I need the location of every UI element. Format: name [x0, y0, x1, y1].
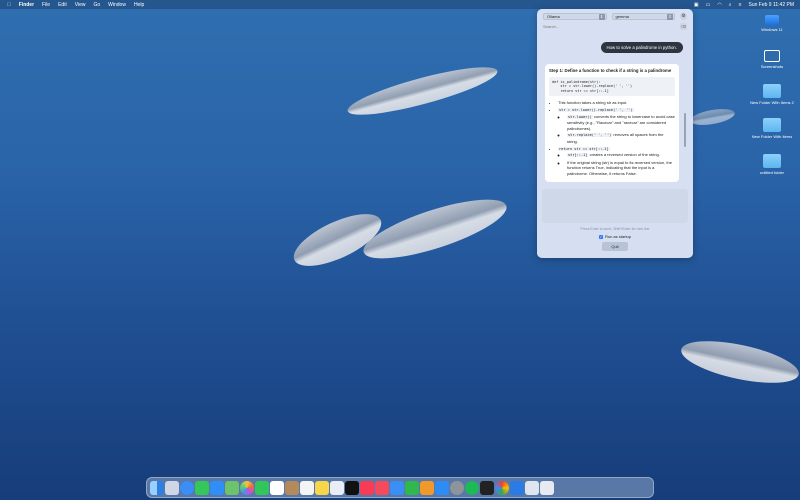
- mail-icon[interactable]: [210, 480, 224, 495]
- list-item: str = str.lower().replace(' ', '') str.l…: [558, 107, 675, 145]
- safari-icon[interactable]: [180, 480, 194, 495]
- wallpaper-dolphin: [677, 332, 800, 392]
- run-at-startup-toggle[interactable]: ✓ Run as startup: [537, 234, 693, 239]
- desktop-icon-new-folder[interactable]: New Folder With Items: [750, 118, 794, 139]
- calendar-icon[interactable]: [270, 480, 284, 495]
- numbers-icon[interactable]: [405, 480, 419, 495]
- answer-title: Step 1: Define a function to check if a …: [549, 68, 672, 73]
- keynote-icon[interactable]: [390, 480, 404, 495]
- menu-edit[interactable]: Edit: [58, 2, 67, 8]
- menu-app-name[interactable]: Finder: [19, 2, 34, 8]
- search-icon[interactable]: ⌕: [729, 2, 732, 8]
- music-icon[interactable]: [360, 480, 374, 495]
- menu-help[interactable]: Help: [134, 2, 144, 8]
- spotify-icon[interactable]: [465, 480, 479, 495]
- news-icon[interactable]: [375, 480, 389, 495]
- folder-icon: [763, 118, 781, 132]
- terminal-icon[interactable]: [480, 480, 494, 495]
- desktop-icon-label: New Folder With Items: [751, 134, 793, 139]
- chevron-updown-icon: ⇕: [598, 14, 605, 20]
- photos-icon[interactable]: [240, 480, 254, 495]
- gear-icon[interactable]: ⚙: [680, 13, 687, 20]
- xcode-icon[interactable]: [510, 480, 524, 495]
- menu-file[interactable]: File: [42, 2, 50, 8]
- launchpad-icon[interactable]: [165, 480, 179, 495]
- desktop-icon-new-folder-2[interactable]: New Folder With Items 2: [750, 84, 794, 105]
- list-item: return str == str[::-1] str[::-1] create…: [558, 146, 675, 177]
- wallpaper-dolphin: [689, 106, 736, 128]
- messages-icon[interactable]: [195, 480, 209, 495]
- menu-go[interactable]: Go: [93, 2, 100, 8]
- search-clear-icon[interactable]: ⌫: [680, 23, 687, 30]
- code-block: def is_palindrome(str): str = str.lower(…: [549, 76, 675, 97]
- drive-icon: [765, 15, 779, 25]
- control-center-icon[interactable]: ≡: [739, 2, 742, 8]
- menu-bar:  Finder File Edit View Go Window Help ▣…: [0, 0, 800, 9]
- chrome-icon[interactable]: [495, 480, 509, 495]
- app-store-icon[interactable]: [435, 480, 449, 495]
- model-select-value: gemma: [615, 14, 629, 19]
- list-item: str.replace(' ', '') removes all spaces …: [567, 132, 675, 144]
- desktop-icon-label: New Folder With Items 2: [750, 100, 794, 105]
- apple-menu-icon[interactable]: : [7, 2, 11, 8]
- chat-scrollbar[interactable]: [684, 113, 686, 147]
- folder-icon: [764, 50, 780, 62]
- chat-panel: Ollama ⇕ gemma ⇕ ⚙ Search... ⌫ How to so…: [537, 9, 693, 258]
- desktop-icon-label: Windows 11: [761, 27, 783, 32]
- desktop-icon-label: untitled folder: [759, 170, 784, 175]
- desktop-icon-label: Screenshots: [760, 64, 784, 69]
- answer-list: This function takes a string str as inpu…: [549, 100, 675, 176]
- input-hint: Press Enter to send, Shift+Enter for new…: [580, 227, 650, 231]
- trash-icon[interactable]: [540, 480, 554, 495]
- menu-view[interactable]: View: [75, 2, 86, 8]
- facetime-icon[interactable]: [255, 480, 269, 495]
- wallpaper-dolphin: [344, 58, 501, 124]
- battery-icon[interactable]: ▭: [706, 2, 711, 8]
- wallpaper-dolphin: [357, 187, 513, 271]
- provider-select[interactable]: Ollama ⇕: [543, 13, 607, 20]
- assistant-message: Step 1: Define a function to check if a …: [545, 64, 679, 182]
- folder-icon: [763, 84, 781, 98]
- clock[interactable]: Sun Feb 9 11:42 PM: [749, 2, 795, 8]
- tv-icon[interactable]: [345, 480, 359, 495]
- model-selector-row: Ollama ⇕ gemma ⇕ ⚙: [543, 13, 687, 20]
- chat-history: How to solve a palindrome in python. Ste…: [541, 33, 689, 183]
- pages-icon[interactable]: [420, 480, 434, 495]
- reminders-icon[interactable]: [300, 480, 314, 495]
- search-bar[interactable]: Search... ⌫: [543, 23, 687, 30]
- maps-icon[interactable]: [225, 480, 239, 495]
- menu-window[interactable]: Window: [108, 2, 126, 8]
- notes-icon[interactable]: [315, 480, 329, 495]
- wifi-icon[interactable]: ◠: [717, 2, 721, 8]
- quit-button[interactable]: Quit: [602, 242, 628, 251]
- preview-icon[interactable]: [525, 480, 539, 495]
- model-select[interactable]: gemma ⇕: [611, 13, 676, 20]
- desktop-icon-windows-11[interactable]: Windows 11: [750, 15, 794, 32]
- freeform-icon[interactable]: [330, 480, 344, 495]
- checkbox-checked-icon[interactable]: ✓: [598, 234, 603, 239]
- system-settings-icon[interactable]: [450, 480, 464, 495]
- list-item: str[::-1] creates a reversed version of …: [567, 152, 675, 159]
- user-message-bubble: How to solve a palindrome in python.: [600, 42, 683, 53]
- contacts-icon[interactable]: [285, 480, 299, 495]
- startup-label: Run as startup: [604, 234, 631, 239]
- chevron-updown-icon: ⇕: [667, 14, 674, 20]
- list-item: If the original string (str) is equal to…: [567, 160, 675, 177]
- folder-icon: [763, 154, 781, 168]
- dock: [146, 477, 654, 498]
- message-input[interactable]: [542, 189, 688, 223]
- desktop-icon-screenshots[interactable]: Screenshots: [750, 50, 794, 69]
- desktop-icon-untitled-folder[interactable]: untitled folder: [750, 154, 794, 175]
- list-item: This function takes a string str as inpu…: [558, 100, 675, 106]
- list-item: str.lower() converts the string to lower…: [567, 114, 675, 132]
- finder-icon[interactable]: [150, 480, 164, 495]
- status-app-icon[interactable]: ▣: [694, 2, 699, 8]
- provider-select-value: Ollama: [547, 14, 560, 19]
- search-input[interactable]: Search...: [543, 24, 559, 29]
